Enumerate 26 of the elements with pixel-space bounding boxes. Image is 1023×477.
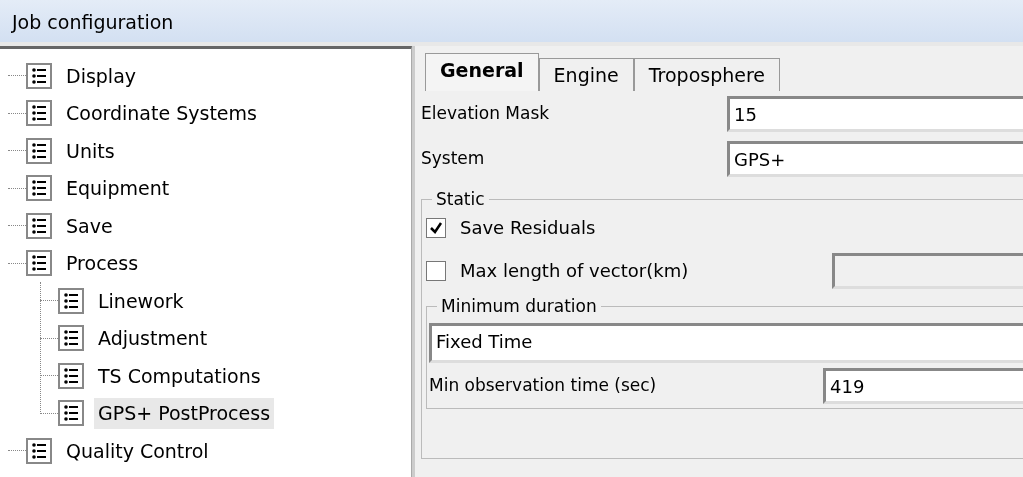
window-title: Job configuration [0, 0, 1023, 46]
tree-item[interactable]: GPS+ PostProcess [94, 398, 275, 429]
tree-item[interactable]: Coordinate Systems [62, 98, 261, 129]
field-label: Elevation Mask [421, 101, 551, 125]
field-label: System [421, 146, 486, 170]
input-field[interactable]: 15 [727, 95, 1023, 132]
tab[interactable]: General [425, 53, 539, 91]
tree-item[interactable]: Display [62, 60, 141, 91]
field-label: Min observation time (sec) [429, 373, 658, 397]
tree-item[interactable]: Adjustment [94, 323, 212, 354]
checkbox-label: Save Residuals [460, 216, 597, 240]
checkbox[interactable] [426, 217, 446, 238]
checkbox[interactable] [426, 260, 446, 281]
tree-item[interactable]: Quality Control [62, 435, 213, 466]
tree-item[interactable]: TS Computations [94, 360, 265, 391]
tree-item[interactable]: Linework [94, 285, 188, 316]
input-field[interactable]: 419 [823, 367, 1023, 404]
select-field[interactable]: Fixed Time [429, 323, 1023, 363]
tree-item[interactable]: Save [62, 210, 117, 241]
tab[interactable]: Troposphere [633, 58, 781, 91]
input-field[interactable]: GPS+ [727, 140, 1023, 177]
tab[interactable]: Engine [538, 58, 634, 91]
checkbox-label: Max length of vector(km) [460, 259, 690, 283]
tree-item[interactable]: Equipment [62, 173, 174, 204]
tree-item[interactable]: Units [62, 135, 119, 166]
tree-item[interactable]: Process [62, 248, 143, 279]
